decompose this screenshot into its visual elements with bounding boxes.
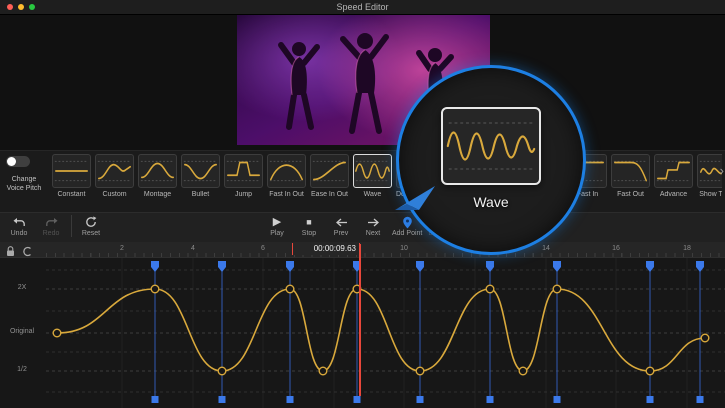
lock-icon[interactable]: [6, 244, 15, 262]
preset-label: Constant: [52, 191, 91, 198]
voice-pitch-toggle[interactable]: [6, 156, 30, 167]
ruler-tools: [6, 244, 32, 262]
speed-graph[interactable]: [0, 258, 725, 408]
preset-bullet[interactable]: Bullet: [181, 154, 220, 198]
row-label-original: Original: [2, 328, 42, 335]
wave-curve-icon: [353, 154, 392, 188]
prev-icon: [335, 215, 348, 229]
redo-icon: [45, 215, 58, 229]
preset-label: Jump: [224, 191, 263, 198]
reset-icon: [85, 215, 97, 229]
preset-fastout[interactable]: Fast Out: [611, 154, 650, 198]
preset-constant[interactable]: Constant: [52, 154, 91, 198]
custom-curve-icon: [95, 154, 134, 188]
fastout-curve-icon: [611, 154, 650, 188]
preset-advance[interactable]: Advance: [654, 154, 693, 198]
ruler-tick: 14: [542, 245, 550, 252]
toggle-knob: [7, 157, 16, 166]
jump-curve-icon: [224, 154, 263, 188]
speed-curve-canvas[interactable]: [0, 258, 725, 408]
next-icon: [367, 215, 380, 229]
preset-label: Montage: [138, 191, 177, 198]
voice-pitch-label: Change Voice Pitch: [0, 175, 48, 193]
preset-label: Advance: [654, 191, 693, 198]
speed-editor-window: Speed Editor: [0, 0, 725, 408]
preset-fastinout[interactable]: Fast In Out: [267, 154, 306, 198]
redo-button: Redo: [36, 215, 66, 237]
fastinout-curve-icon: [267, 154, 306, 188]
wave-curve-large: [443, 109, 539, 183]
advance-curve-icon: [654, 154, 693, 188]
preview-area: [0, 15, 725, 150]
undo-icon: [13, 215, 26, 229]
preset-label: Bullet: [181, 191, 220, 198]
preset-list: Constant Custom Montage Bullet Jump Fast In O…: [52, 154, 722, 198]
row-label-2x: 2X: [2, 284, 42, 291]
preset-label: Ease In Out: [310, 191, 349, 198]
undo-button[interactable]: Undo: [4, 215, 34, 237]
preset-label: Show Time: [697, 191, 722, 198]
history-group: UndoRedoReset: [4, 215, 106, 237]
ruler-tick: 2: [120, 245, 124, 252]
prev-button[interactable]: Prev: [326, 215, 356, 237]
timeline-ruler[interactable]: 24681012141618 00:00:09.63: [0, 242, 725, 258]
preset-label: Custom: [95, 191, 134, 198]
pin-icon: [402, 215, 413, 229]
reset-button[interactable]: Reset: [71, 215, 106, 237]
playhead[interactable]: [359, 244, 361, 396]
preset-easeinout[interactable]: Ease In Out: [310, 154, 349, 198]
constant-curve-icon: [52, 154, 91, 188]
cursor-icon: [393, 184, 437, 212]
toolbar: UndoRedoReset ▶Play■StopPrevNextAdd Poin…: [0, 212, 725, 242]
preset-custom[interactable]: Custom: [95, 154, 134, 198]
ruler-tick: 10: [400, 245, 408, 252]
stop-button[interactable]: ■Stop: [294, 215, 324, 237]
preset-scroll-right-icon[interactable]: ›: [720, 163, 724, 178]
preset-jump[interactable]: Jump: [224, 154, 263, 198]
montage-curve-icon: [138, 154, 177, 188]
preset-showtime[interactable]: Show Time: [697, 154, 722, 198]
preset-strip: Change Voice Pitch Constant Custom Montage…: [0, 150, 725, 213]
ruler-tick: 18: [683, 245, 691, 252]
preset-label: Wave: [353, 191, 392, 198]
play-button[interactable]: ▶Play: [262, 215, 292, 237]
preset-label: Fast Out: [611, 191, 650, 198]
stop-icon: ■: [306, 215, 311, 229]
timecode: 00:00:09.63: [292, 243, 360, 255]
ruler-tick: 6: [261, 245, 265, 252]
bullet-curve-icon: [181, 154, 220, 188]
preset-wave[interactable]: Wave: [353, 154, 392, 198]
play-icon: ▶: [273, 215, 281, 229]
ruler-tick: 4: [191, 245, 195, 252]
preset-montage[interactable]: Montage: [138, 154, 177, 198]
preset-label: Fast In Out: [267, 191, 306, 198]
ruler-tick: 16: [612, 245, 620, 252]
window-title: Speed Editor: [0, 2, 725, 12]
next-button[interactable]: Next: [358, 215, 388, 237]
showtime-curve-icon: [697, 154, 722, 188]
magnifier-overlay: Wave: [396, 65, 586, 255]
row-label-half: 1/2: [2, 366, 42, 373]
magnified-wave-tile: [441, 107, 541, 185]
curve-icon[interactable]: [22, 244, 32, 262]
easeinout-curve-icon: [310, 154, 349, 188]
titlebar: Speed Editor: [0, 0, 725, 15]
